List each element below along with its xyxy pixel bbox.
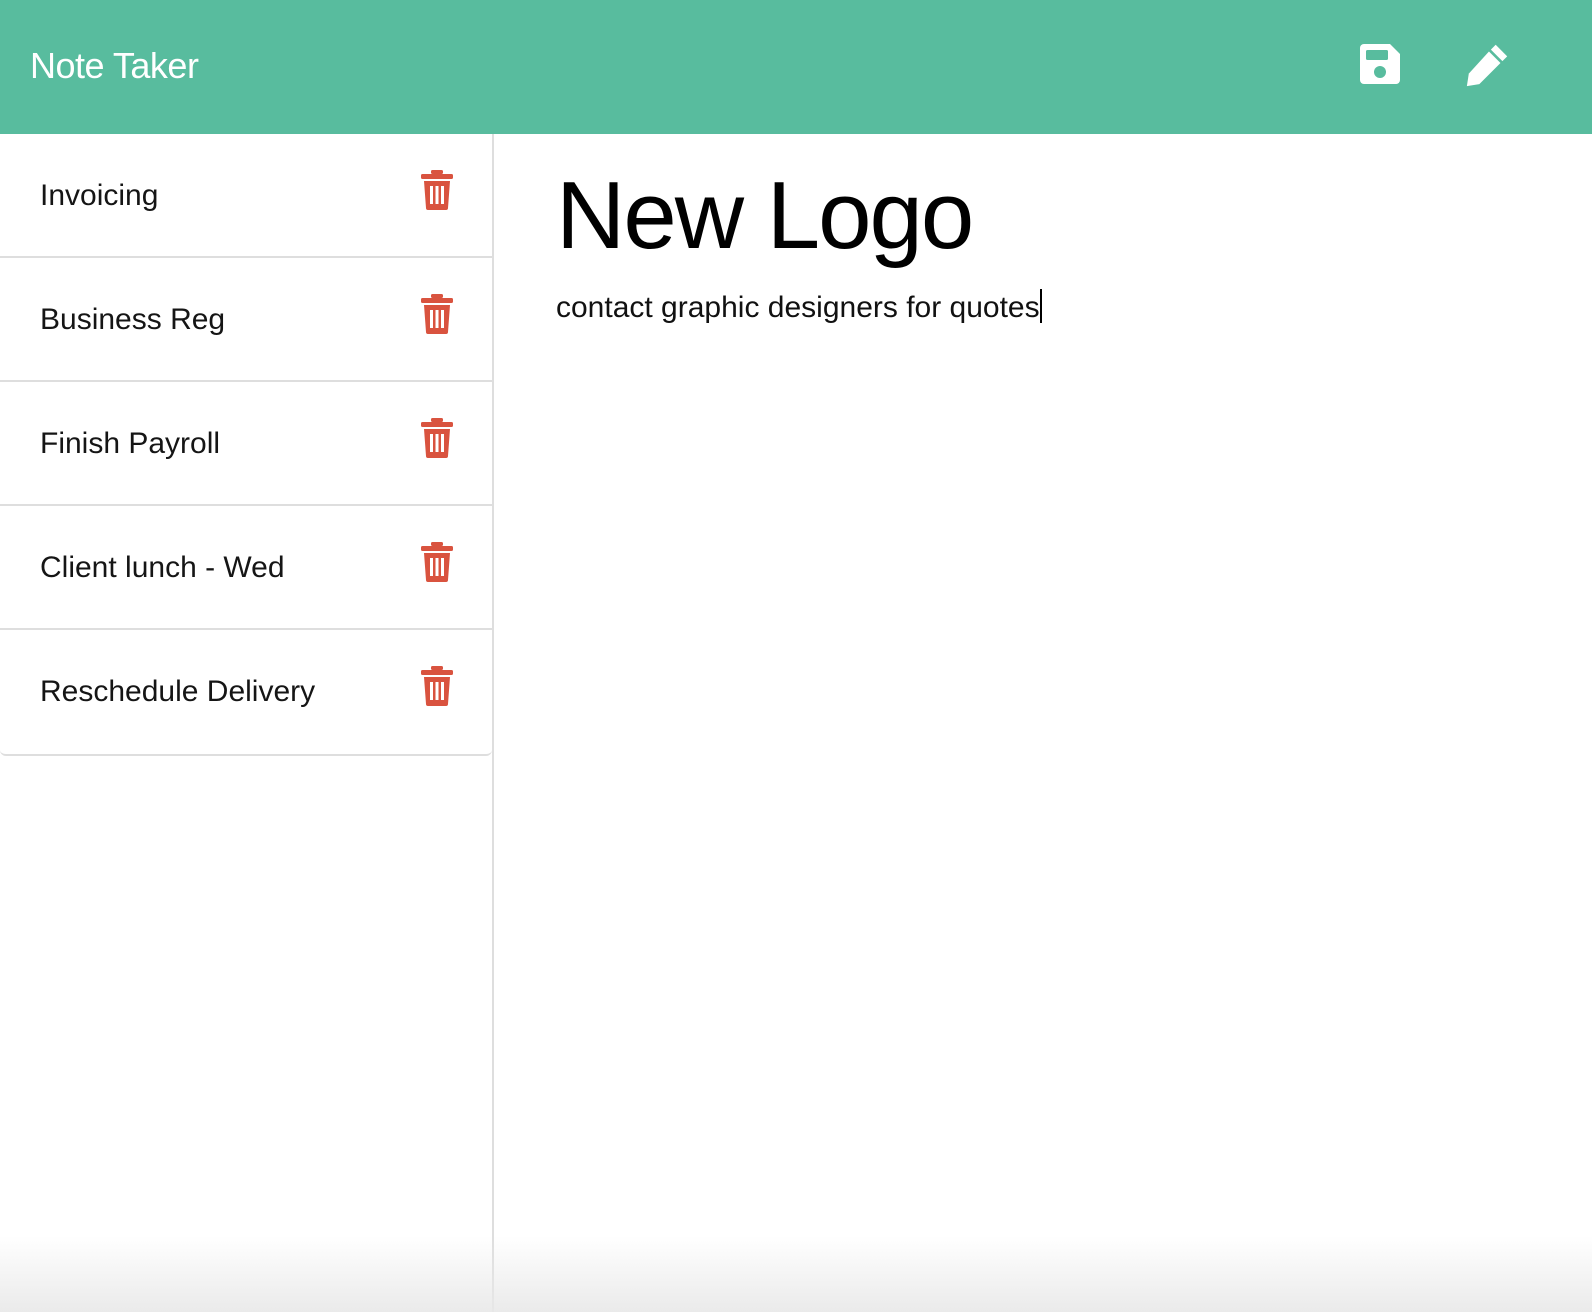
- note-list-item[interactable]: Invoicing: [0, 134, 492, 258]
- trash-icon[interactable]: [420, 542, 454, 582]
- app-title[interactable]: Note Taker: [30, 40, 199, 92]
- text-cursor: [1039, 289, 1042, 323]
- note-item-title[interactable]: Business Reg: [40, 300, 225, 340]
- save-icon: [1360, 44, 1400, 84]
- note-list-item[interactable]: Finish Payroll: [0, 382, 492, 506]
- note-item-title[interactable]: Invoicing: [40, 176, 158, 216]
- note-list-item[interactable]: Reschedule Delivery: [0, 630, 492, 754]
- trash-icon[interactable]: [420, 170, 454, 210]
- new-note-button[interactable]: [1464, 38, 1512, 90]
- note-item-title[interactable]: Reschedule Delivery: [40, 672, 315, 712]
- trash-icon[interactable]: [420, 666, 454, 706]
- trash-icon[interactable]: [420, 418, 454, 458]
- note-body-text: contact graphic designers for quotes: [556, 291, 1040, 324]
- note-list-item[interactable]: Business Reg: [0, 258, 492, 382]
- note-item-title[interactable]: Finish Payroll: [40, 424, 220, 464]
- note-title-input[interactable]: [556, 154, 1536, 278]
- trash-icon[interactable]: [420, 294, 454, 334]
- note-text-area[interactable]: contact graphic designers for quotes: [556, 286, 1042, 330]
- notes-sidebar: Invoicing Business Reg Finish Payroll Cl…: [0, 134, 494, 1312]
- notes-list: Invoicing Business Reg Finish Payroll Cl…: [0, 134, 492, 756]
- note-item-title[interactable]: Client lunch - Wed: [40, 548, 285, 588]
- navbar: Note Taker: [0, 0, 1592, 134]
- note-editor: contact graphic designers for quotes: [494, 134, 1592, 1312]
- save-note-button[interactable]: [1356, 38, 1404, 90]
- note-list-item[interactable]: Client lunch - Wed: [0, 506, 492, 630]
- pencil-icon: [1466, 44, 1508, 87]
